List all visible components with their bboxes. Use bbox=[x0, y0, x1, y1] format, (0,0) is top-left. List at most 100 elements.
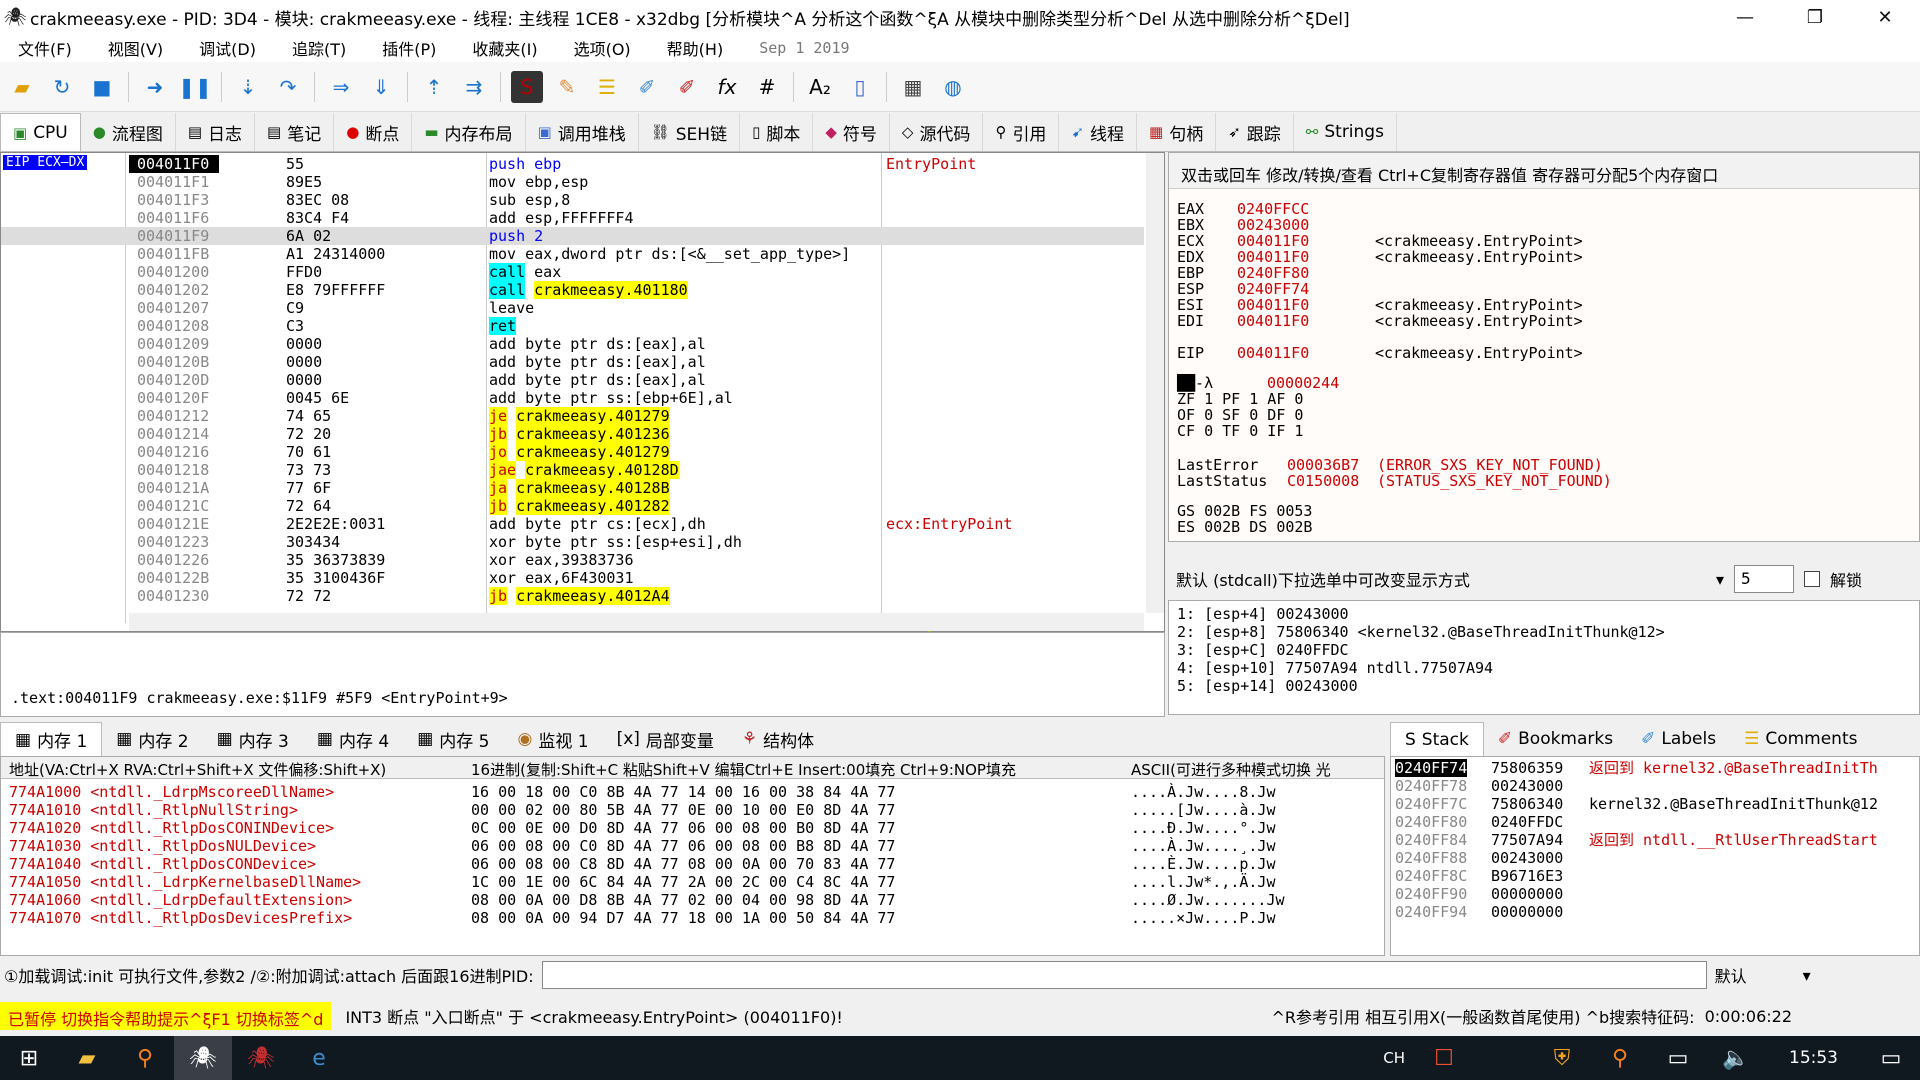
network-icon[interactable]: ▭ bbox=[1649, 1036, 1707, 1080]
menu-trace[interactable]: 追踪(T) bbox=[274, 36, 364, 60]
tab-graph[interactable]: ● 流程图 bbox=[81, 113, 176, 151]
disasm-row[interactable]: 00401209 0000 add byte ptr ds:[eax],al bbox=[1, 335, 1144, 353]
tab-strings[interactable]: ⚯ Strings bbox=[1294, 113, 1397, 151]
tab-dump-5[interactable]: ▦ 内存 5 bbox=[403, 722, 503, 756]
disasm-row[interactable]: 00401207 C9 leave bbox=[1, 299, 1144, 317]
ime-icon[interactable]: ☐ bbox=[1415, 1036, 1473, 1080]
dump-hex[interactable]: 08 00 0A 00 94 D7 4A 77 18 00 1A 00 50 8… bbox=[471, 909, 895, 927]
stack-address[interactable]: 0240FF78 bbox=[1395, 777, 1467, 795]
tab-watch-1[interactable]: ◉ 监视 1 bbox=[503, 722, 602, 756]
tab-comments[interactable]: ☰ Comments bbox=[1730, 722, 1871, 756]
shield-icon[interactable]: ⛨ bbox=[1533, 1036, 1591, 1080]
disasm-hscroll[interactable] bbox=[129, 613, 1144, 631]
tab-cpu[interactable]: ▣ CPU bbox=[0, 113, 81, 151]
tab-source[interactable]: ◇ 源代码 bbox=[890, 113, 984, 151]
dump-ascii[interactable]: ....l.Jw*.,.Ä.Jw bbox=[1131, 873, 1276, 891]
argument-row[interactable]: 2: [esp+8] 75806340 <kernel32.@BaseThrea… bbox=[1177, 623, 1665, 641]
tab-symbols[interactable]: ◆ 符号 bbox=[813, 113, 890, 151]
disasm-row[interactable]: 0040121A 77 6F ja crakmeeasy.40128B bbox=[1, 479, 1144, 497]
dump-hex[interactable]: 1C 00 1E 00 6C 84 4A 77 2A 00 2C 00 C4 8… bbox=[471, 873, 895, 891]
edge-icon[interactable]: e bbox=[290, 1036, 348, 1080]
windows-start-icon[interactable]: ⊞ bbox=[0, 1036, 58, 1080]
stack-address[interactable]: 0240FF84 bbox=[1395, 831, 1467, 849]
disasm-row[interactable]: 00401212 74 65 je crakmeeasy.401279 bbox=[1, 407, 1144, 425]
run-to-user-icon[interactable]: ⇉ bbox=[458, 71, 490, 103]
menu-options[interactable]: 选项(O) bbox=[556, 36, 649, 60]
stack-value[interactable]: 75806340 bbox=[1491, 795, 1563, 813]
register-row[interactable]: EAX 0240FFCC bbox=[1177, 201, 1375, 217]
eflags-row[interactable]: ██-λ 00000244 bbox=[1177, 375, 1397, 391]
dump-address[interactable]: 774A1000 <ntdll._LdrpMscoreeDllName> bbox=[9, 783, 334, 801]
registers-panel[interactable]: 双击或回车 修改/转换/查看 Ctrl+C复制寄存器值 寄存器可分配5个内存窗口… bbox=[1168, 152, 1920, 542]
stack-value[interactable]: 00243000 bbox=[1491, 849, 1563, 867]
dump-header-hex[interactable]: 16进制(复制:Shift+C 粘贴Shift+V 编辑Ctrl+E Inser… bbox=[471, 759, 1016, 778]
menu-favourites[interactable]: 收藏夹(I) bbox=[454, 36, 555, 60]
disasm-row[interactable]: 0040120D 0000 add byte ptr ds:[eax],al bbox=[1, 371, 1144, 389]
stack-view[interactable]: 0240FF74 75806359 返回到 kernel32.@BaseThread… bbox=[1390, 756, 1920, 956]
flags-row-1[interactable]: ZF 1 PF 1 AF 0 bbox=[1177, 391, 1303, 407]
search-icon[interactable]: ⚲ bbox=[116, 1036, 174, 1080]
disasm-row[interactable]: 00401216 70 61 jo crakmeeasy.401279 bbox=[1, 443, 1144, 461]
disasm-row[interactable]: 004011F1 89E5 mov ebp,esp bbox=[1, 173, 1144, 191]
patch-icon[interactable]: ✎ bbox=[551, 71, 583, 103]
disasm-row[interactable]: 004011F0 55 push ebp EntryPoint bbox=[1, 155, 1144, 173]
script-icon[interactable]: S bbox=[511, 70, 543, 103]
dump-header-ascii[interactable]: ASCII(可进行多种模式切换 光 bbox=[1131, 759, 1331, 778]
disasm-row[interactable]: 0040121C 72 64 jb crakmeeasy.401282 bbox=[1, 497, 1144, 515]
tab-handles[interactable]: ▦ 句柄 bbox=[1137, 113, 1217, 151]
x32dbg-task-icon[interactable]: 🕷 bbox=[174, 1036, 232, 1080]
tab-breakpoints[interactable]: ● 断点 bbox=[334, 113, 413, 151]
dump-ascii[interactable]: ....À.Jw....¸.Jw bbox=[1131, 837, 1276, 855]
calling-convention-select[interactable]: 默认 (stdcall)下拉选单中可改变显示方式 bbox=[1176, 567, 1706, 591]
disasm-row[interactable]: 0040120F 0045 6E add byte ptr ss:[ebp+6E],… bbox=[1, 389, 1144, 407]
stack-value[interactable]: 75806359 bbox=[1491, 759, 1563, 777]
argument-row[interactable]: 1: [esp+4] 00243000 bbox=[1177, 605, 1349, 623]
stack-address[interactable]: 0240FF7C bbox=[1395, 795, 1467, 813]
tab-seh[interactable]: ⛓ SEH链 bbox=[639, 113, 741, 151]
execute-till-return-icon[interactable]: ⇡ bbox=[418, 71, 450, 103]
dump-header-address[interactable]: 地址(VA:Ctrl+X RVA:Ctrl+Shift+X 文件偏移:Shift… bbox=[9, 759, 386, 778]
arguments-panel[interactable]: 1: [esp+4] 00243000 2: [esp+8] 75806340 <… bbox=[1168, 600, 1920, 715]
tab-bookmarks[interactable]: ✐ Bookmarks bbox=[1484, 722, 1627, 756]
stack-address[interactable]: 0240FF90 bbox=[1395, 885, 1467, 903]
stack-address[interactable]: 0240FF80 bbox=[1395, 813, 1467, 831]
tab-script[interactable]: ▯ 脚本 bbox=[740, 113, 814, 151]
ime-indicator[interactable]: CH bbox=[1383, 1049, 1405, 1067]
dump-hex[interactable]: 0C 00 0E 00 D0 8D 4A 77 06 00 08 00 B0 8… bbox=[471, 819, 895, 837]
disasm-row[interactable]: 0040121E 2E2E2E:0031 add byte ptr cs:[ecx]… bbox=[1, 515, 1144, 533]
register-row[interactable]: ECX 004011F0 <crakmeeasy.EntryPoint> bbox=[1177, 233, 1583, 249]
calculator-icon[interactable]: ▦ bbox=[897, 71, 929, 103]
dump-ascii[interactable]: ....Ø.Jw.......Jw bbox=[1131, 891, 1285, 909]
dump-ascii[interactable]: .....[Jw....à.Jw bbox=[1131, 801, 1276, 819]
dump-hex[interactable]: 06 00 08 00 C0 8D 4A 77 06 00 08 00 B8 8… bbox=[471, 837, 895, 855]
register-row[interactable]: ESI 004011F0 <crakmeeasy.EntryPoint> bbox=[1177, 297, 1583, 313]
disasm-row[interactable]: 00401202 E8 79FFFFFF call crakmeeasy.40118… bbox=[1, 281, 1144, 299]
memory-dump-view[interactable]: 地址(VA:Ctrl+X RVA:Ctrl+Shift+X 文件偏移:Shift… bbox=[0, 756, 1385, 956]
file-explorer-icon[interactable]: ▰ bbox=[58, 1036, 116, 1080]
search-tray-icon[interactable]: ⚲ bbox=[1591, 1036, 1649, 1080]
stack-address[interactable]: 0240FF74 bbox=[1395, 759, 1468, 777]
tab-labels[interactable]: ✐ Labels bbox=[1627, 722, 1730, 756]
stack-value[interactable]: 00000000 bbox=[1491, 903, 1563, 921]
dump-hex[interactable]: 00 00 02 00 80 5B 4A 77 0E 00 10 00 E0 8… bbox=[471, 801, 895, 819]
disasm-row[interactable]: 00401200 FFD0 call eax bbox=[1, 263, 1144, 281]
disassembly-view[interactable]: EIP ECX—DX 004011F0 55 push ebp EntryPoint 0… bbox=[0, 152, 1165, 669]
chevron-down-icon[interactable]: ▾ bbox=[1803, 966, 1811, 985]
disasm-row[interactable]: 00401218 73 73 jae crakmeeasy.40128D bbox=[1, 461, 1144, 479]
menu-file[interactable]: 文件(F) bbox=[0, 36, 90, 60]
argument-row[interactable]: 4: [esp+10] 77507A94 ntdll.77507A94 bbox=[1177, 659, 1493, 677]
tab-dump-1[interactable]: ▦ 内存 1 bbox=[0, 722, 103, 756]
register-row[interactable]: EBP 0240FF80 bbox=[1177, 265, 1375, 281]
tab-trace[interactable]: ➶ 跟踪 bbox=[1216, 113, 1294, 151]
register-row[interactable]: EIP 004011F0 <crakmeeasy.EntryPoint> bbox=[1177, 345, 1583, 361]
globe-icon[interactable]: ◍ bbox=[937, 71, 969, 103]
minimize-button[interactable]: — bbox=[1710, 0, 1780, 34]
stack-value[interactable]: 0240FFDC bbox=[1491, 813, 1563, 831]
stack-address[interactable]: 0240FF8C bbox=[1395, 867, 1467, 885]
close-button[interactable]: ✕ bbox=[1850, 0, 1920, 34]
pause-icon[interactable]: ❚❚ bbox=[178, 71, 212, 103]
tab-struct[interactable]: ⚘ 结构体 bbox=[728, 722, 828, 756]
restart-icon[interactable]: ↻ bbox=[46, 71, 78, 103]
tab-references[interactable]: ⚲ 引用 bbox=[983, 113, 1060, 151]
menu-help[interactable]: 帮助(H) bbox=[649, 36, 742, 60]
